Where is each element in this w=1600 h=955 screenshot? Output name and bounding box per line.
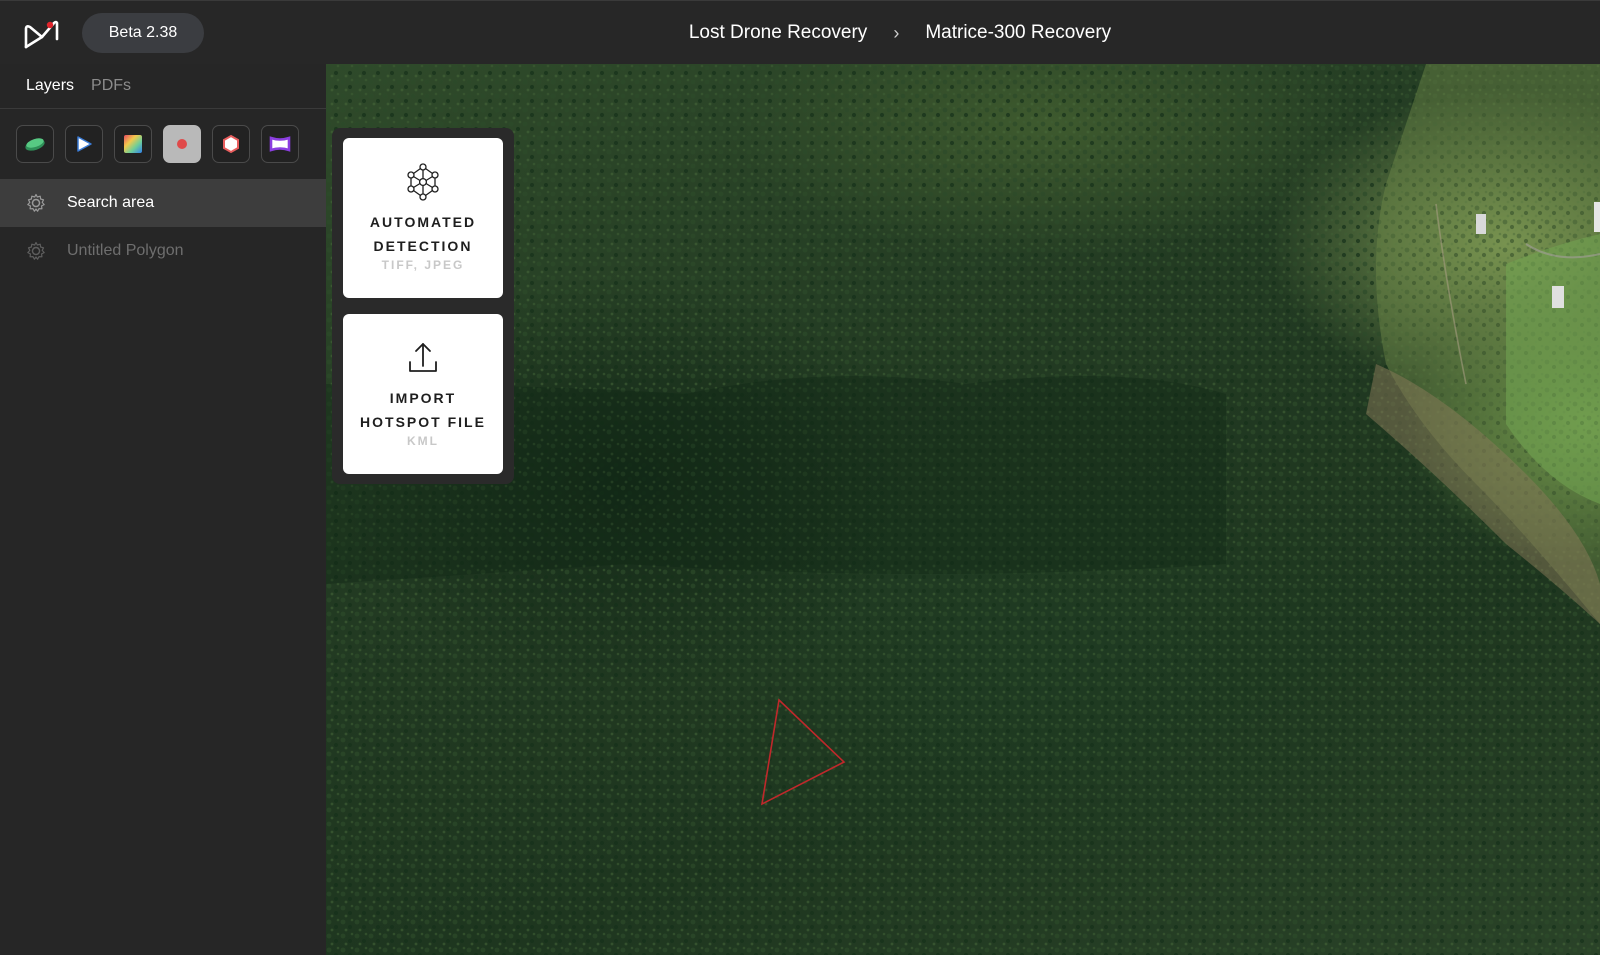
rectangle-icon bbox=[269, 136, 291, 152]
color-gradient-icon bbox=[124, 135, 142, 153]
card-title-line1: IMPORT bbox=[389, 390, 457, 406]
card-title: AUTOMATED DETECTION bbox=[348, 210, 498, 258]
play-icon bbox=[77, 136, 92, 152]
sidebar-tabs: Layers PDFs bbox=[0, 64, 326, 109]
map-imagery bbox=[326, 64, 1600, 955]
tool-play[interactable] bbox=[65, 125, 103, 163]
tool-polygon[interactable] bbox=[212, 125, 250, 163]
card-title-line1: AUTOMATED bbox=[369, 214, 477, 230]
layer-item-untitled-polygon[interactable]: Untitled Polygon bbox=[0, 227, 326, 275]
sidebar: Layers PDFs Search area Untitled Polygon bbox=[0, 64, 326, 955]
tab-layers[interactable]: Layers bbox=[26, 77, 74, 95]
tool-color-gradient[interactable] bbox=[114, 125, 152, 163]
hexagon-icon bbox=[223, 134, 239, 154]
card-title-line2: DETECTION bbox=[373, 238, 473, 254]
card-title-line2: HOTSPOT FILE bbox=[360, 414, 486, 430]
upload-icon bbox=[409, 343, 437, 372]
automated-detection-card[interactable]: AUTOMATED DETECTION TIFF, JPEG bbox=[343, 138, 503, 298]
top-bar: Beta 2.38 Lost Drone Recovery › Matrice-… bbox=[0, 0, 1600, 64]
satellite-map[interactable] bbox=[326, 64, 1600, 955]
layer-stack-icon bbox=[25, 138, 45, 151]
breadcrumb: Lost Drone Recovery › Matrice-300 Recove… bbox=[0, 1, 1600, 65]
red-dot-icon bbox=[177, 139, 187, 149]
card-subtitle: KML bbox=[407, 434, 439, 448]
import-hotspot-card[interactable]: IMPORT HOTSPOT FILE KML bbox=[343, 314, 503, 474]
tool-point-marker[interactable] bbox=[163, 125, 201, 163]
tool-layer-stack[interactable] bbox=[16, 125, 54, 163]
gear-icon[interactable] bbox=[26, 241, 46, 261]
breadcrumb-project[interactable]: Lost Drone Recovery bbox=[689, 22, 867, 44]
layer-item-search-area[interactable]: Search area bbox=[0, 179, 326, 227]
chevron-right-icon: › bbox=[893, 22, 900, 43]
import-options-panel: AUTOMATED DETECTION TIFF, JPEG IMPORT HO… bbox=[332, 128, 514, 484]
card-subtitle: TIFF, JPEG bbox=[381, 258, 465, 272]
layer-toolbar bbox=[0, 109, 326, 175]
layer-label: Untitled Polygon bbox=[67, 242, 184, 259]
neural-network-icon bbox=[407, 163, 439, 201]
tool-rectangle[interactable] bbox=[261, 125, 299, 163]
breadcrumb-mission[interactable]: Matrice-300 Recovery bbox=[925, 22, 1111, 44]
gear-icon[interactable] bbox=[26, 193, 46, 213]
tab-pdfs[interactable]: PDFs bbox=[91, 77, 131, 95]
card-title: IMPORT HOTSPOT FILE bbox=[348, 386, 498, 434]
layer-label: Search area bbox=[67, 194, 155, 211]
